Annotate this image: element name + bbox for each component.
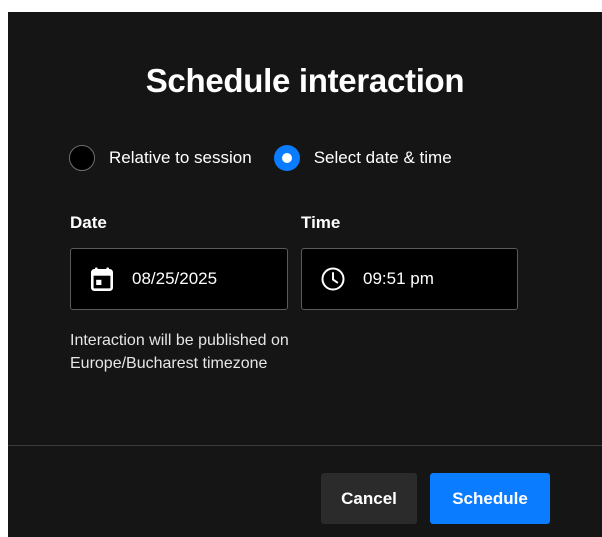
- time-label: Time: [301, 213, 341, 232]
- time-value: 09:51 pm: [363, 269, 434, 288]
- time-field[interactable]: 09:51 pm: [301, 248, 518, 310]
- page: Schedule interaction Relative to session…: [0, 0, 602, 537]
- radio-label-select-date-time: Select date & time: [313, 148, 452, 167]
- clock-icon[interactable]: [321, 267, 345, 291]
- radio-option-relative-to-session[interactable]: Relative to session: [69, 145, 252, 171]
- radio-option-select-date-time[interactable]: Select date & time: [273, 145, 452, 171]
- radio-checked-icon[interactable]: [273, 145, 300, 171]
- timezone-hint: Interaction will be published on Europe/…: [70, 329, 430, 375]
- date-label: Date: [70, 213, 107, 232]
- footer-divider: [8, 445, 602, 446]
- schedule-dialog: Schedule interaction Relative to session…: [8, 12, 602, 537]
- radio-unchecked-icon[interactable]: [69, 145, 95, 171]
- schedule-button[interactable]: Schedule: [430, 473, 550, 524]
- date-field[interactable]: 08/25/2025: [70, 248, 288, 310]
- cancel-button[interactable]: Cancel: [321, 473, 417, 524]
- dialog-title: Schedule interaction: [145, 62, 465, 99]
- timezone-hint-line-1: Interaction will be published on: [70, 332, 289, 349]
- calendar-icon[interactable]: [90, 267, 114, 291]
- timezone-hint-line-2: Europe/Bucharest timezone: [70, 355, 268, 372]
- radio-label-relative-to-session: Relative to session: [109, 148, 252, 167]
- date-value: 08/25/2025: [132, 269, 218, 288]
- schedule-mode-radio-group: Relative to session Select date & time: [69, 143, 452, 173]
